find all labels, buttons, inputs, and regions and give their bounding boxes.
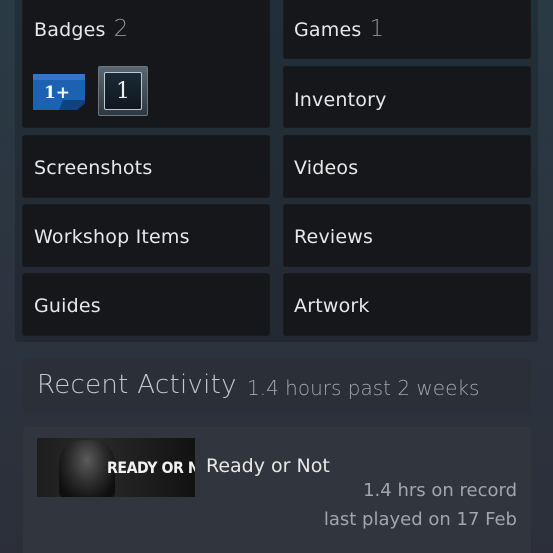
- badges-label-row: Badges 2: [34, 16, 128, 42]
- recent-activity-summary: 1.4 hours past 2 weeks: [247, 376, 480, 400]
- game-name-link[interactable]: Ready or Not: [206, 455, 330, 477]
- videos-label: Videos: [294, 157, 359, 179]
- years-badge-text: 1+: [44, 83, 70, 103]
- guides-label: Guides: [34, 295, 101, 317]
- game-last-played: last played on 17 Feb: [323, 509, 517, 530]
- screenshots-tile[interactable]: Screenshots: [22, 135, 270, 198]
- recent-activity-header: Recent Activity 1.4 hours past 2 weeks: [23, 358, 531, 413]
- inventory-tile[interactable]: Inventory: [283, 66, 531, 128]
- inventory-label: Inventory: [294, 89, 387, 111]
- level-badge-icon[interactable]: 1: [98, 66, 148, 116]
- artwork-tile[interactable]: Artwork: [283, 273, 531, 336]
- reviews-tile[interactable]: Reviews: [283, 204, 531, 267]
- game-capsule-image[interactable]: READY OR NOT: [37, 438, 195, 497]
- badges-count: 2: [113, 16, 129, 42]
- videos-tile[interactable]: Videos: [283, 135, 531, 198]
- guides-tile[interactable]: Guides: [22, 273, 270, 336]
- years-of-service-badge-icon[interactable]: 1+: [33, 74, 85, 110]
- workshop-label: Workshop Items: [34, 226, 190, 248]
- recent-activity-title[interactable]: Recent Activity: [37, 370, 237, 400]
- game-hours-on-record: 1.4 hrs on record: [363, 480, 517, 501]
- recent-game-card: READY OR NOT Ready or Not 1.4 hrs on rec…: [23, 427, 531, 553]
- reviews-label: Reviews: [294, 226, 374, 248]
- games-tile[interactable]: Games 1: [283, 0, 531, 59]
- games-count: 1: [369, 16, 385, 42]
- games-label: Games: [294, 19, 362, 41]
- screenshots-label: Screenshots: [34, 157, 153, 179]
- game-capsule-logo: READY OR NOT: [107, 458, 195, 477]
- badges-label: Badges: [34, 19, 106, 41]
- level-badge-text: 1: [104, 72, 142, 110]
- workshop-tile[interactable]: Workshop Items: [22, 204, 270, 267]
- games-label-row: Games 1: [294, 16, 384, 42]
- artwork-label: Artwork: [294, 295, 370, 317]
